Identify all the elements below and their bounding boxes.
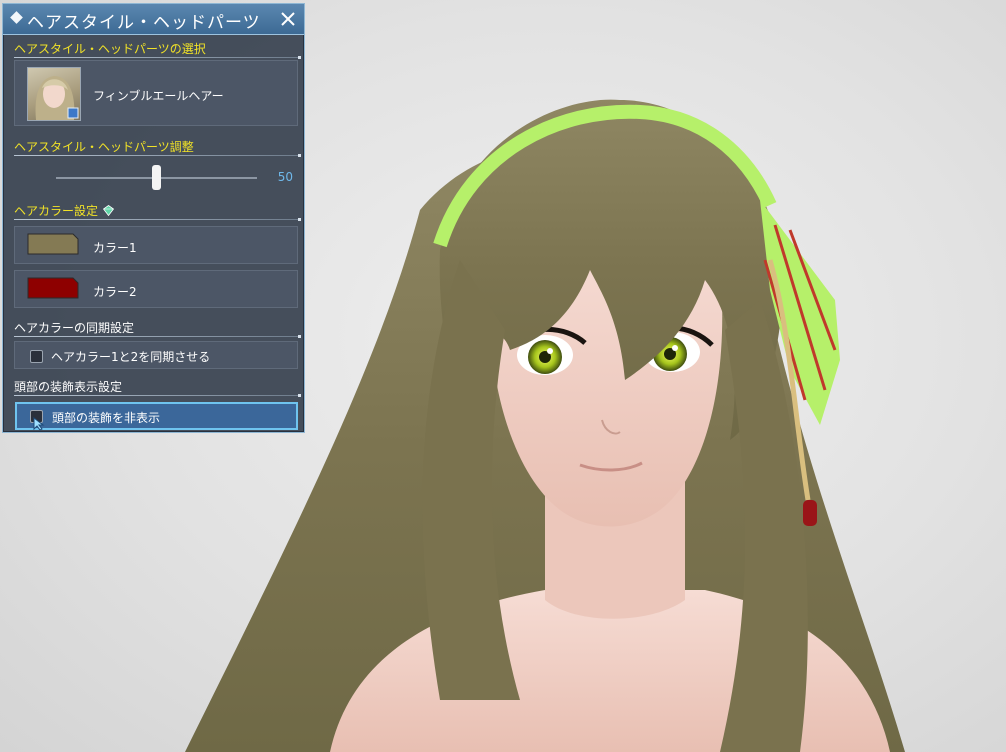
cursor-icon <box>33 416 45 431</box>
hairstyle-panel: ヘアスタイル・ヘッドパーツ ヘアスタイル・ヘッドパーツの選択 フィンブルエールヘ… <box>2 3 305 433</box>
adjust-slider-handle[interactable] <box>152 165 161 190</box>
hair-color-1-swatch <box>27 233 79 255</box>
hair-color-2-row[interactable]: カラー2 <box>14 270 298 308</box>
hairstyle-name: フィンブルエールヘアー <box>93 89 224 103</box>
premium-gem-icon <box>102 205 114 219</box>
sync-colors-label: ヘアカラー1と2を同期させる <box>51 350 211 364</box>
hair-color-2-label: カラー2 <box>93 285 137 299</box>
hairstyle-thumbnail <box>27 67 81 121</box>
hide-head-deco-row[interactable]: 頭部の装飾を非表示 <box>15 402 298 430</box>
hairstyle-item[interactable]: フィンブルエールヘアー <box>14 60 298 126</box>
sync-colors-row[interactable]: ヘアカラー1と2を同期させる <box>14 341 298 369</box>
section-heading-adjust: ヘアスタイル・ヘッドパーツ調整 <box>14 138 301 157</box>
section-heading-select: ヘアスタイル・ヘッドパーツの選択 <box>14 40 301 59</box>
window-title: ヘアスタイル・ヘッドパーツ <box>27 13 261 33</box>
hair-color-2-swatch <box>27 277 79 299</box>
adjust-slider-value: 50 <box>277 170 293 184</box>
close-icon[interactable] <box>278 9 298 29</box>
hair-color-1-row[interactable]: カラー1 <box>14 226 298 264</box>
hide-head-deco-label: 頭部の装飾を非表示 <box>52 411 161 425</box>
section-heading-head-deco: 頭部の装飾表示設定 <box>14 378 301 397</box>
hair-color-1-label: カラー1 <box>93 241 137 255</box>
sync-colors-checkbox[interactable] <box>30 350 43 363</box>
diamond-icon <box>10 11 23 24</box>
section-heading-sync: ヘアカラーの同期設定 <box>14 319 301 338</box>
section-heading-color: ヘアカラー設定 <box>14 202 301 221</box>
title-bar: ヘアスタイル・ヘッドパーツ <box>3 4 304 35</box>
